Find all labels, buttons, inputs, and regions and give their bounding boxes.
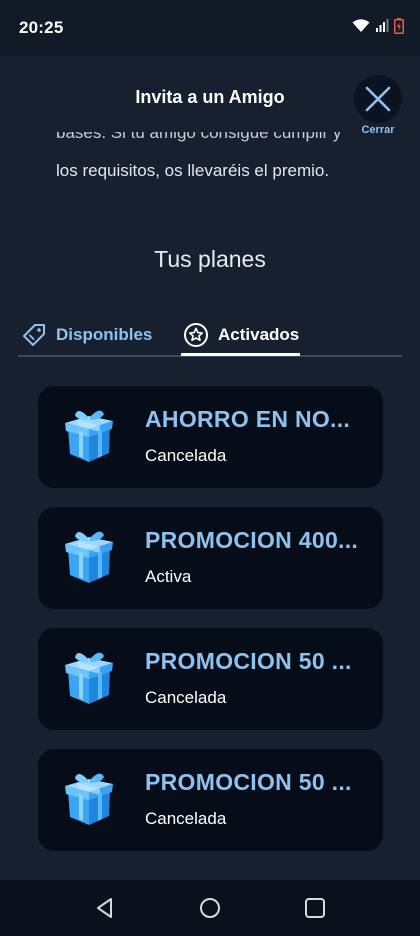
plan-title: AHORRO EN NO...	[145, 406, 351, 432]
plan-card[interactable]: PROMOCION 50 ... Cancelada	[38, 749, 383, 851]
description-cut-line: bases. Si tu amigo consigue cumplir y cu…	[56, 132, 376, 148]
close-button[interactable]	[354, 75, 402, 123]
section-title: Tus planes	[154, 246, 266, 272]
tabs: Disponibles Activados	[18, 314, 402, 358]
recents-icon[interactable]	[303, 896, 327, 920]
battery-icon	[394, 18, 404, 34]
system-nav-bar	[0, 880, 420, 936]
status-icons	[352, 18, 404, 34]
tab-label: Disponibles	[56, 325, 153, 344]
back-icon[interactable]	[93, 896, 117, 920]
description-text: los requisitos, os llevaréis el premio.	[56, 161, 330, 180]
tab-label: Activados	[218, 325, 300, 344]
plan-status: Activa	[145, 567, 192, 586]
gift-icon	[65, 652, 113, 704]
description-cut-text: bases. Si tu amigo consigue cumplir y cu…	[56, 132, 342, 142]
plan-title: PROMOCION 400...	[145, 527, 359, 553]
plan-title: PROMOCION 50 ...	[145, 648, 352, 674]
star-badge-icon	[184, 323, 208, 347]
plan-status: Cancelada	[145, 688, 227, 707]
plan-status: Cancelada	[145, 446, 227, 465]
tab-activados[interactable]: Activados	[183, 314, 299, 356]
plan-card[interactable]: PROMOCION 50 ... Cancelada	[38, 628, 383, 730]
tab-active-indicator	[181, 353, 300, 356]
gift-icon	[65, 531, 113, 583]
close-icon	[365, 86, 391, 112]
status-bar: 20:25	[0, 0, 420, 56]
signal-icon	[376, 19, 389, 32]
gift-icon	[65, 773, 113, 825]
gift-icon	[65, 410, 113, 462]
home-icon[interactable]	[198, 896, 222, 920]
plan-card[interactable]: AHORRO EN NO... Cancelada	[38, 386, 383, 488]
status-time: 20:25	[19, 18, 64, 37]
plan-card[interactable]: PROMOCION 400... Activa	[38, 507, 383, 609]
tab-disponibles[interactable]: Disponibles	[21, 314, 152, 356]
plan-title: PROMOCION 50 ...	[145, 769, 352, 795]
tag-icon	[23, 324, 45, 346]
plan-status: Cancelada	[145, 809, 227, 828]
wifi-icon	[352, 19, 370, 32]
